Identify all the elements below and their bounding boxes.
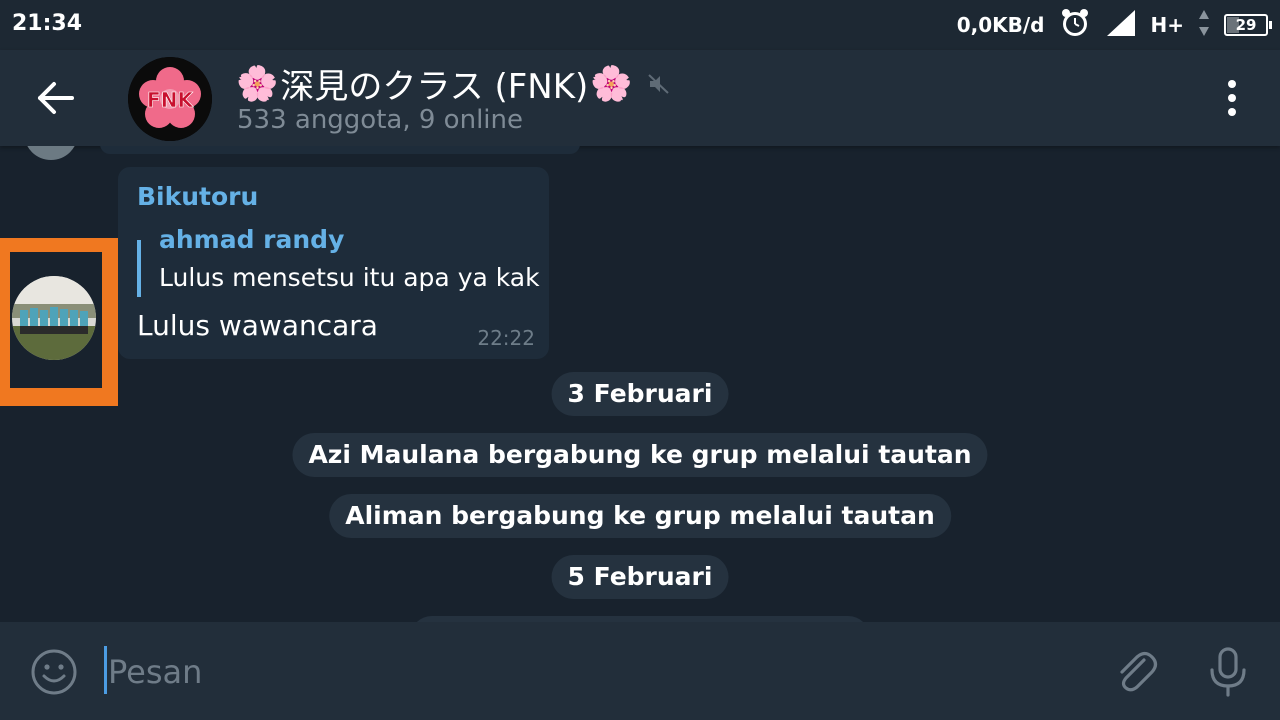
battery-icon: 29: [1224, 14, 1272, 36]
group-subtitle: 533 anggota, 9 online: [237, 105, 523, 135]
previous-avatar[interactable]: [24, 146, 78, 160]
chat-area[interactable]: Bikutoru ahmad randy Lulus mensetsu itu …: [0, 146, 1280, 622]
mute-icon: [647, 72, 671, 96]
reply-text: Lulus mensetsu itu apa ya kak: [159, 263, 540, 292]
attach-icon: [1120, 651, 1158, 692]
previous-message-bubble[interactable]: [100, 146, 580, 154]
message-text: Lulus wawancara: [137, 309, 378, 342]
sender-avatar[interactable]: [12, 276, 96, 360]
attach-button[interactable]: [1110, 646, 1160, 698]
date-divider: 5 Februari: [551, 555, 729, 599]
emoji-icon: [31, 649, 77, 695]
more-options-button[interactable]: [1214, 78, 1250, 118]
group-name: 深見のクラス (FNK): [280, 67, 589, 107]
network-speed: 0,0KB/d: [956, 13, 1045, 37]
battery-level: 29: [1235, 16, 1257, 34]
back-arrow-icon: [38, 82, 74, 114]
group-avatar[interactable]: FNK: [128, 57, 212, 141]
reply-sender: ahmad randy: [159, 225, 345, 254]
date-divider: 3 Februari: [551, 372, 729, 416]
svg-text:FNK: FNK: [147, 88, 194, 112]
status-time: 21:34: [12, 11, 83, 36]
service-message: Aliman bergabung ke grup melalui tautan: [329, 494, 951, 538]
reply-quote[interactable]: ahmad randy Lulus mensetsu itu apa ya ka…: [137, 225, 541, 297]
message-time: 22:22: [477, 326, 535, 350]
message-sender[interactable]: Bikutoru: [137, 182, 258, 211]
service-message: Azi Maulana bergabung ke grup melalui ta…: [292, 433, 988, 477]
mic-icon: [1210, 647, 1246, 697]
signal-icon: [1105, 8, 1137, 43]
message-bubble[interactable]: Bikutoru ahmad randy Lulus mensetsu itu …: [118, 167, 549, 359]
message-composer: [0, 622, 1280, 720]
more-vert-icon: [1228, 80, 1236, 116]
chat-header[interactable]: FNK 🌸 深見のクラス (FNK) 🌸 533 anggota, 9 onli…: [0, 50, 1280, 146]
back-button[interactable]: [30, 76, 80, 120]
mic-button[interactable]: [1206, 646, 1250, 698]
message-input[interactable]: [106, 642, 1070, 702]
group-title[interactable]: 🌸 深見のクラス (FNK) 🌸: [236, 59, 671, 108]
title-prefix-emoji: 🌸: [236, 63, 279, 104]
data-arrows-icon: [1198, 8, 1210, 43]
title-suffix-emoji: 🌸: [590, 63, 633, 104]
emoji-button[interactable]: [30, 648, 78, 696]
status-indicators: 0,0KB/d H+ 29: [956, 7, 1272, 44]
network-type: H+: [1150, 13, 1185, 37]
status-bar: 21:34 0,0KB/d H+ 29: [0, 0, 1280, 50]
alarm-icon: [1059, 7, 1091, 44]
